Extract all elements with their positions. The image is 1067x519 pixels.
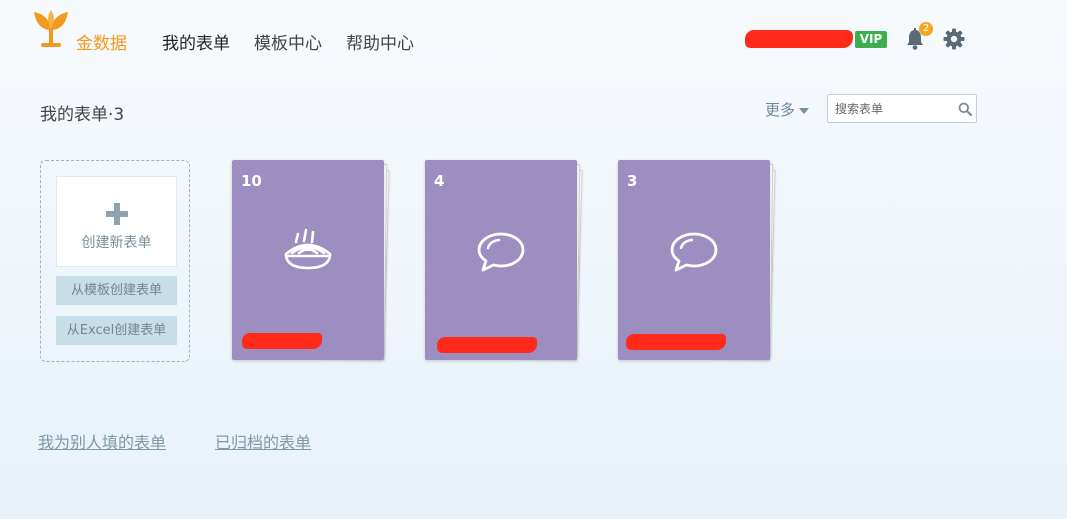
top-navigation-bar: 金数据 我的表单 模板中心 帮助中心 VIP 2 xyxy=(0,0,1067,80)
create-from-excel-button[interactable]: 从Excel创建表单 xyxy=(56,316,177,345)
settings-gear-icon[interactable] xyxy=(942,27,966,51)
nav-help-center[interactable]: 帮助中心 xyxy=(346,29,414,54)
form-entry-count: 10 xyxy=(241,172,262,190)
create-new-form-button[interactable]: 创建新表单 xyxy=(56,176,177,267)
form-card[interactable]: 10 xyxy=(232,158,390,363)
card-face: 4 xyxy=(425,160,577,360)
redacted-form-title xyxy=(437,337,537,353)
redacted-username[interactable] xyxy=(745,30,853,48)
card-face: 3 xyxy=(618,160,770,360)
section-title: 我的表单·3 xyxy=(40,105,125,125)
create-new-form-label: 创建新表单 xyxy=(81,235,152,251)
forms-filled-for-others-link[interactable]: 我为别人填的表单 xyxy=(38,429,166,453)
form-card[interactable]: 4 xyxy=(425,158,583,363)
create-form-panel: 创建新表单 从模板创建表单 从Excel创建表单 xyxy=(40,160,190,362)
nav-template-center[interactable]: 模板中心 xyxy=(254,29,322,54)
form-entry-count: 3 xyxy=(627,172,638,190)
caret-down-icon xyxy=(799,107,810,114)
search-input[interactable] xyxy=(828,95,953,122)
search-icon[interactable] xyxy=(958,102,972,116)
noodle-bowl-icon xyxy=(284,228,332,270)
brand-name[interactable]: 金数据 xyxy=(76,29,127,54)
nav-my-forms[interactable]: 我的表单 xyxy=(162,29,230,54)
form-card[interactable]: 3 xyxy=(618,158,776,363)
notification-count-badge: 2 xyxy=(919,22,933,36)
card-face: 10 xyxy=(232,160,384,360)
speech-bubble-icon xyxy=(670,232,718,272)
form-entry-count: 4 xyxy=(434,172,445,190)
search-box xyxy=(827,94,977,123)
more-dropdown[interactable]: 更多 xyxy=(765,99,810,120)
redacted-form-title xyxy=(626,334,726,350)
plus-icon xyxy=(106,203,128,225)
vip-badge: VIP xyxy=(855,31,887,48)
speech-bubble-icon xyxy=(477,232,525,272)
create-from-template-button[interactable]: 从模板创建表单 xyxy=(56,276,177,305)
tree-logo-icon[interactable] xyxy=(30,8,72,48)
archived-forms-link[interactable]: 已归档的表单 xyxy=(215,429,311,453)
redacted-form-title xyxy=(242,333,322,349)
more-label: 更多 xyxy=(765,101,796,119)
